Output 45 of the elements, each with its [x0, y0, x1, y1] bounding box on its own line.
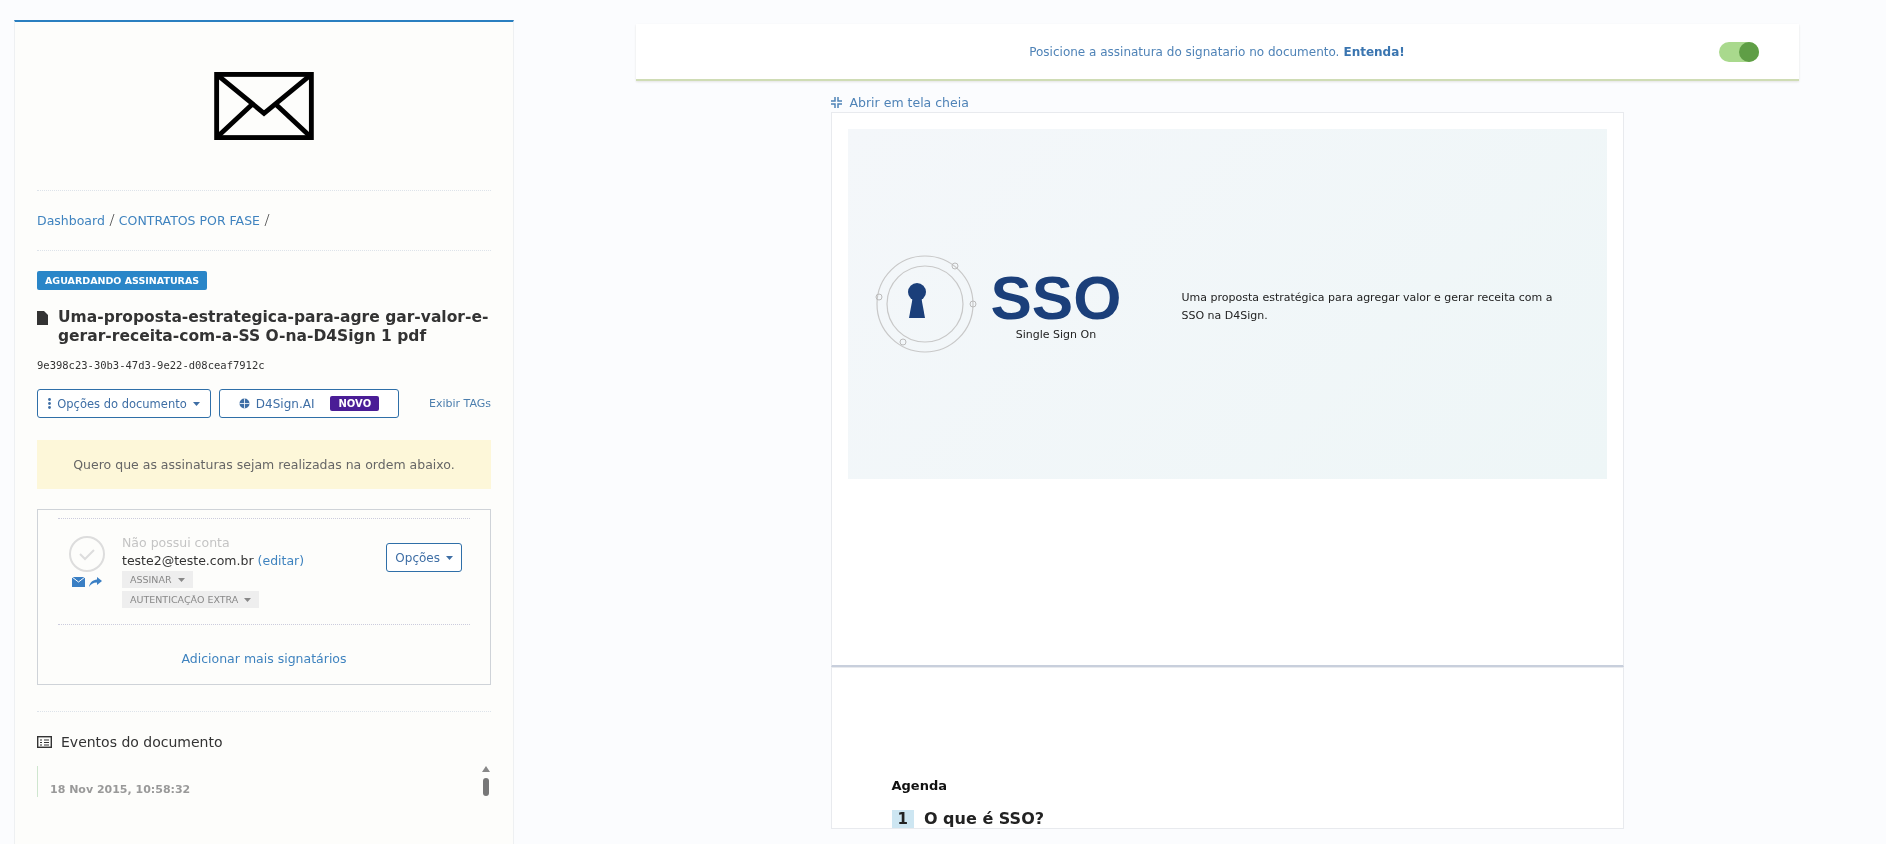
account-note: Não possui conta	[122, 535, 231, 550]
edit-link[interactable]: (editar)	[257, 553, 305, 568]
document-options-button[interactable]: Opções do documento	[37, 389, 211, 418]
breadcrumb-link[interactable]: Dashboard	[37, 213, 105, 228]
forward-icon[interactable]	[89, 577, 102, 587]
document-description: Uma proposta estratégica para agregar valor e gerar receita com a SSO na D4Sign.	[1181, 290, 1554, 324]
add-signers-link[interactable]: Adicionar mais signatários	[181, 651, 347, 666]
status-badge: AGUARDANDO ASSINATURAS	[37, 271, 208, 290]
logo-title: SSO	[990, 267, 1122, 328]
avatar-icon	[68, 535, 106, 573]
toggle-switch[interactable]	[1718, 42, 1759, 62]
breadcrumb-link[interactable]: CONTRATOS POR FASE	[118, 213, 260, 228]
logo-subtitle: Single Sign On	[1015, 327, 1097, 341]
compress-icon[interactable]	[830, 97, 842, 108]
vertical-dots-icon	[48, 398, 52, 409]
globe-icon	[238, 398, 250, 409]
ai-button[interactable]: D4Sign.AI NOVO	[219, 389, 399, 418]
fullscreen-link[interactable]: Abrir em tela cheia	[849, 95, 969, 110]
signer-options-button[interactable]: Opções	[386, 543, 462, 572]
agenda-item: O que é SSO?	[923, 809, 1044, 828]
caret-icon	[244, 597, 252, 602]
scrollbar-drawing[interactable]	[482, 766, 490, 796]
new-badge: NOVO	[330, 396, 380, 411]
envelope-icon	[214, 72, 314, 140]
agenda-title: Agenda	[891, 778, 949, 793]
caret-icon	[192, 401, 200, 406]
banner-text: Posicione a assinatura do signatario no documento.	[1029, 44, 1340, 59]
document-hash: 9e398c23-30b3-47d3-9e22-d08ceaf7912c	[37, 359, 266, 371]
understand-link[interactable]: Entenda!	[1343, 44, 1405, 59]
events-title: Eventos do documento	[61, 734, 223, 750]
action-dropdown[interactable]: ASSINAR	[122, 571, 193, 588]
document-title: Uma-proposta-estrategica-para-agre gar-valor-e-gerar-receita-com-a-SS O-na-D4Sign 1 pdf	[58, 308, 490, 346]
list-icon	[37, 736, 52, 748]
auth-dropdown[interactable]: AUTENTICAÇÃO EXTRA	[122, 591, 260, 608]
caret-icon	[446, 555, 453, 560]
order-notice: Quero que as assinaturas sejam realizadas na ordem abaixo.	[37, 440, 491, 489]
event-date: 18 Nov 2015, 10:58:32	[50, 783, 191, 796]
agenda-number: 1	[891, 809, 914, 828]
caret-icon	[177, 577, 185, 582]
signer-email: teste2@teste.com.br	[122, 553, 254, 568]
slash-icon	[264, 213, 270, 227]
show-tags-link[interactable]: Exibir TAGs	[428, 397, 491, 410]
file-icon	[37, 311, 48, 325]
mail-icon[interactable]	[72, 577, 85, 587]
slash-icon	[108, 213, 115, 227]
